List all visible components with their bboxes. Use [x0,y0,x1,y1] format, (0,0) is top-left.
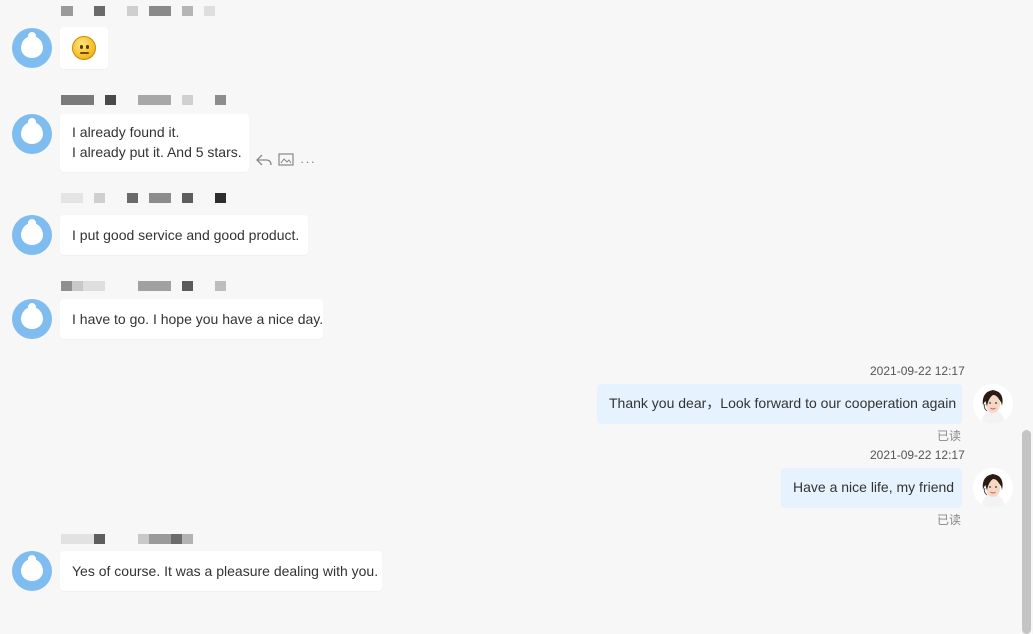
message-text: Yes of course. It was a pleasure dealing… [72,563,379,579]
message-timestamp: 2021-09-22 12:17 [870,448,965,462]
message-bubble: I put good service and good product. [60,215,308,255]
message-bubble: I already found it. I already put it. An… [60,114,249,172]
slightly-smiling-face-icon [72,36,96,60]
read-status: 已读 [937,429,962,443]
message-line: I already put it. And 5 stars. [72,144,242,160]
customer-avatar[interactable] [12,114,52,154]
customer-avatar[interactable] [12,299,52,339]
message-bubble: Yes of course. It was a pleasure dealing… [60,551,382,591]
message-bubble: I have to go. I hope you have a nice day… [60,299,323,339]
message-text: Have a nice life, my friend [793,479,955,495]
message-timestamp: 2021-09-22 12:17 [870,364,965,378]
message-bubble-emoji [60,27,108,69]
message-text: I have to go. I hope you have a nice day… [72,311,324,327]
read-status: 已读 [937,513,962,527]
message-text: I put good service and good product. [72,227,300,243]
message-line: I already found it. [72,124,180,140]
agent-avatar[interactable] [973,468,1013,508]
more-options-icon[interactable]: ··· [299,153,317,171]
message-text: Thank you dear，Look forward to our coope… [609,395,957,411]
reply-icon[interactable] [255,153,273,171]
image-icon[interactable] [277,153,295,171]
customer-avatar[interactable] [12,215,52,255]
agent-message-bubble: Have a nice life, my friend [781,468,962,508]
agent-message-bubble: Thank you dear，Look forward to our coope… [597,384,962,424]
customer-avatar[interactable] [12,551,52,591]
scrollbar-thumb[interactable] [1022,430,1031,634]
agent-avatar[interactable] [973,384,1013,424]
customer-avatar[interactable] [12,28,52,68]
